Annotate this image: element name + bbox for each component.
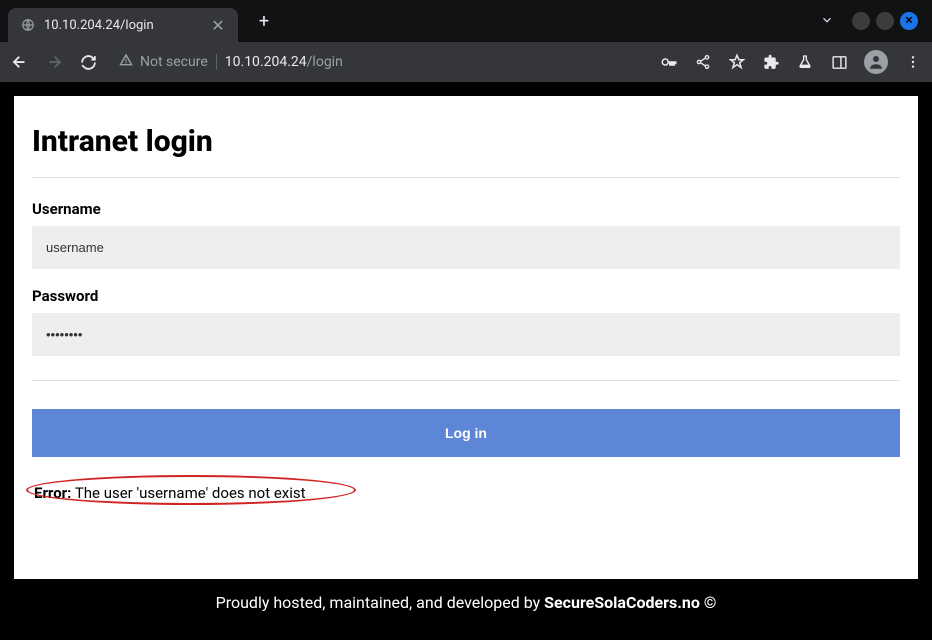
key-icon[interactable] (660, 53, 678, 71)
username-input[interactable] (32, 226, 900, 269)
username-label: Username (32, 200, 900, 218)
toolbar-right (660, 50, 922, 74)
browser-tab[interactable]: 10.10.204.24/login ✕ (8, 8, 238, 42)
error-label: Error: (34, 484, 71, 502)
globe-icon (20, 17, 36, 33)
password-label: Password (32, 287, 900, 305)
tab-bar: 10.10.204.24/login ✕ + (0, 0, 932, 42)
reload-button[interactable] (78, 52, 98, 72)
chevron-down-icon[interactable] (820, 12, 834, 31)
error-message-highlight: Error: The user 'username' does not exis… (32, 479, 316, 506)
footer-brand: SecureSolaCoders.no © (544, 593, 716, 612)
not-secure-label: Not secure (140, 54, 208, 70)
url-path: /login (307, 54, 343, 70)
footer-prefix: Proudly hosted, maintained, and develope… (216, 593, 545, 612)
window-controls (820, 12, 924, 31)
extensions-icon[interactable] (762, 53, 780, 71)
divider (216, 54, 217, 70)
divider (32, 177, 900, 178)
browser-toolbar: Not secure 10.10.204.24/login (0, 42, 932, 82)
tab-title: 10.10.204.24/login (44, 18, 202, 33)
page-footer: Proudly hosted, maintained, and develope… (14, 579, 918, 626)
viewport: Intranet login Username Password Log in … (0, 82, 932, 640)
window-maximize-button[interactable] (876, 12, 894, 30)
page-content: Intranet login Username Password Log in … (14, 96, 918, 579)
forward-button[interactable] (44, 52, 64, 72)
labs-icon[interactable] (796, 53, 814, 71)
window-minimize-button[interactable] (852, 12, 870, 30)
error-text: Error: The user 'username' does not exis… (34, 484, 306, 502)
error-detail: The user 'username' does not exist (71, 484, 305, 502)
page-title: Intranet login (32, 124, 900, 159)
divider (32, 380, 900, 381)
tab-close-icon[interactable]: ✕ (210, 16, 226, 35)
new-tab-button[interactable]: + (250, 7, 278, 35)
url-text: 10.10.204.24/login (225, 54, 343, 70)
star-icon[interactable] (728, 53, 746, 71)
login-button[interactable]: Log in (32, 409, 900, 457)
security-indicator[interactable]: Not secure (118, 52, 208, 72)
window-close-button[interactable] (900, 12, 918, 30)
browser-chrome: 10.10.204.24/login ✕ + N (0, 0, 932, 82)
url-host: 10.10.204.24 (225, 54, 307, 70)
share-icon[interactable] (694, 53, 712, 71)
panel-icon[interactable] (830, 53, 848, 71)
password-input[interactable] (32, 313, 900, 356)
page: Intranet login Username Password Log in … (14, 96, 918, 626)
profile-avatar[interactable] (864, 50, 888, 74)
address-bar[interactable]: Not secure 10.10.204.24/login (112, 52, 646, 72)
back-button[interactable] (10, 52, 30, 72)
warning-icon (118, 52, 134, 72)
menu-icon[interactable] (904, 53, 922, 71)
